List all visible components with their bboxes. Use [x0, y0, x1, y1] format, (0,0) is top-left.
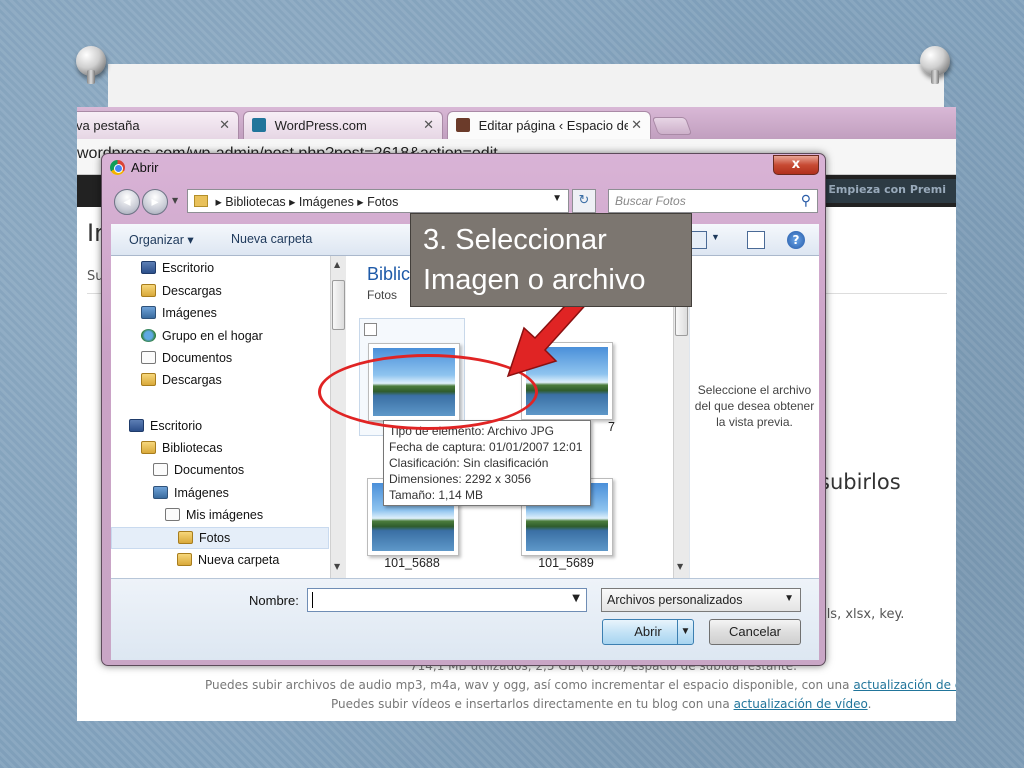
red-arrow-icon — [506, 291, 592, 378]
instruction-callout: 3. Seleccionar Imagen o archivo — [410, 213, 692, 307]
